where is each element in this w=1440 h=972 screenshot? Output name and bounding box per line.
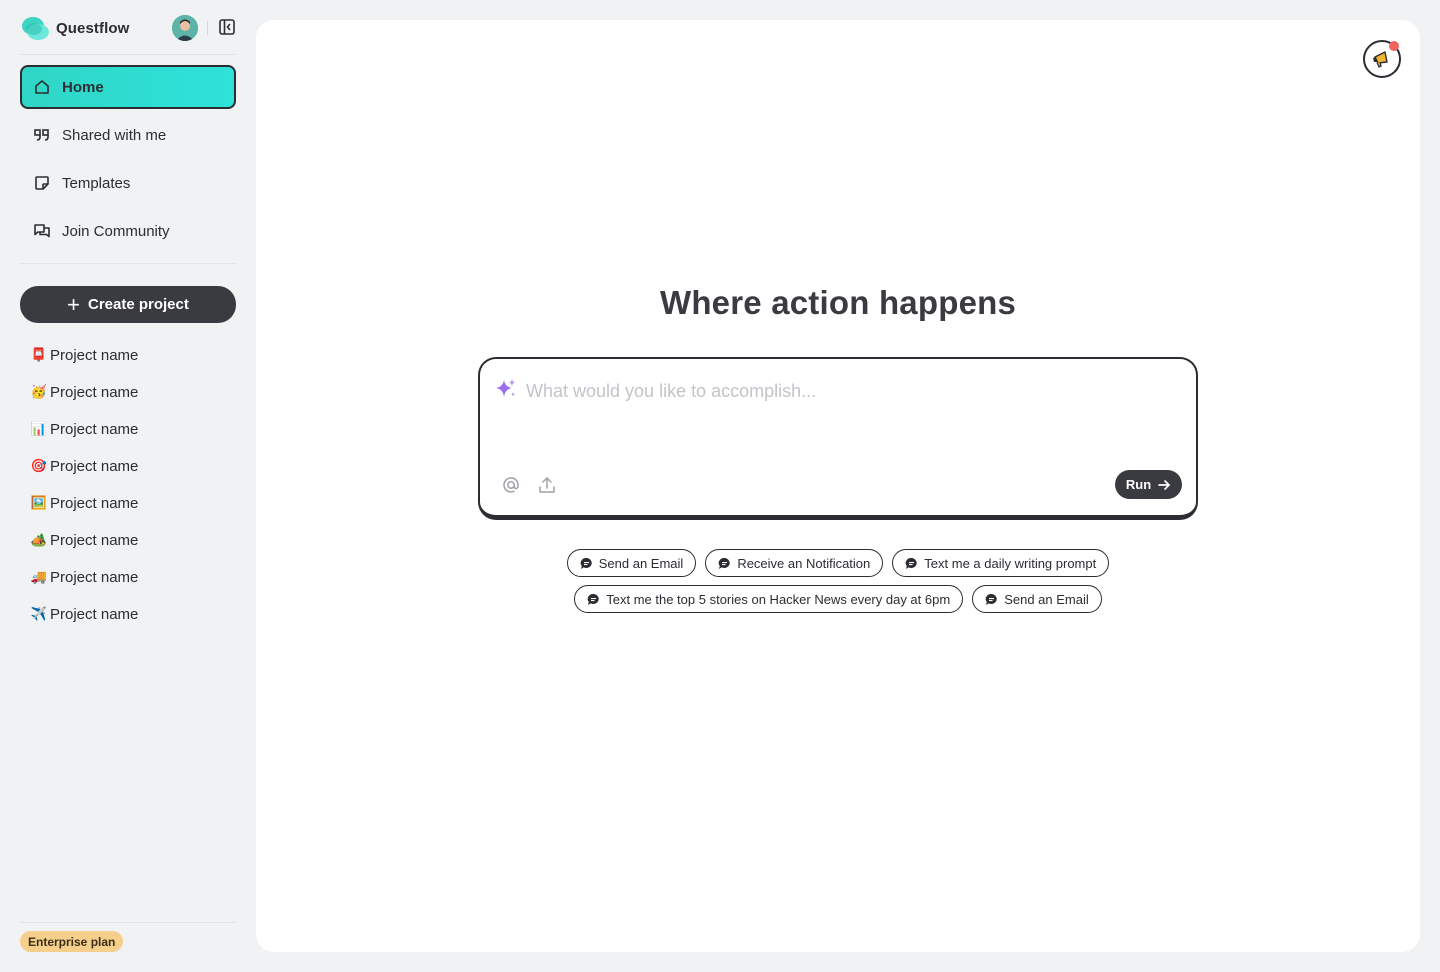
- chat-icon: [905, 557, 918, 570]
- collapse-sidebar-icon[interactable]: [218, 18, 236, 36]
- chip-label: Send an Email: [598, 555, 684, 571]
- divider: [20, 922, 236, 923]
- notifications-button[interactable]: [1363, 40, 1401, 78]
- nav-label: Join Community: [62, 222, 170, 240]
- nav-label: Templates: [62, 174, 131, 192]
- suggestion-row: Text me the top 5 stories on Hacker News…: [256, 585, 1420, 613]
- nav-shared-with-me[interactable]: Shared with me: [20, 113, 236, 157]
- divider: [20, 263, 236, 264]
- suggestion-row: Send an Email Receive an Notification Te…: [256, 549, 1420, 577]
- arrow-right-icon: [1157, 478, 1171, 492]
- main-panel: Where action happens Run: [256, 20, 1420, 952]
- suggestion-chip[interactable]: Text me the top 5 stories on Hacker News…: [574, 585, 964, 613]
- party-face-icon: 🥳: [30, 384, 48, 399]
- airplane-icon: ✈️: [30, 606, 48, 621]
- project-item[interactable]: 🚚 Project name: [30, 566, 230, 588]
- plus-icon: +: [67, 291, 80, 317]
- upload-icon[interactable]: [536, 474, 558, 496]
- project-item[interactable]: 🎯 Project name: [30, 455, 230, 477]
- project-item[interactable]: 🖼️ Project name: [30, 492, 230, 514]
- project-label: Project name: [50, 457, 139, 475]
- run-label: Run: [1125, 477, 1152, 492]
- avatar[interactable]: [172, 15, 198, 41]
- prompt-input[interactable]: [526, 377, 1166, 405]
- camping-icon: 🏕️: [30, 532, 48, 547]
- chip-label: Text me the top 5 stories on Hacker News…: [606, 591, 951, 607]
- nav-templates[interactable]: Templates: [20, 161, 236, 205]
- run-button[interactable]: Run: [1115, 470, 1182, 499]
- suggestion-chip[interactable]: Receive an Notification: [705, 549, 884, 577]
- project-item[interactable]: 🥳 Project name: [30, 381, 230, 403]
- chat-icon: [580, 557, 593, 570]
- chip-label: Receive an Notification: [737, 555, 871, 571]
- nav-label: Home: [62, 78, 104, 96]
- home-icon: [32, 77, 52, 97]
- sparkle-icon: [494, 377, 518, 401]
- project-item[interactable]: 🏕️ Project name: [30, 529, 230, 551]
- chat-icon: [587, 593, 600, 606]
- project-item[interactable]: ✈️ Project name: [30, 603, 230, 625]
- suggestion-chip[interactable]: Send an Email: [566, 549, 697, 577]
- project-item[interactable]: 📮 Project name: [30, 344, 230, 366]
- chip-label: Text me a daily writing prompt: [924, 555, 1097, 571]
- bar-chart-icon: 📊: [30, 421, 48, 436]
- project-label: Project name: [50, 383, 139, 401]
- plan-badge: Enterprise plan: [20, 931, 124, 952]
- brand-header: Questflow: [20, 14, 236, 42]
- prompt-box: Run: [478, 357, 1198, 520]
- project-item[interactable]: 📊 Project name: [30, 418, 230, 440]
- chat-icon: [985, 593, 998, 606]
- create-project-button[interactable]: + Create project: [20, 286, 236, 323]
- divider: [20, 54, 236, 55]
- sidebar: Questflow Home Shared with me Templates …: [0, 0, 256, 972]
- nav-home[interactable]: Home: [20, 65, 236, 109]
- project-label: Project name: [50, 494, 139, 512]
- header-divider: [207, 21, 208, 35]
- app-name: Questflow: [56, 19, 130, 37]
- notification-dot: [1389, 41, 1399, 51]
- chip-label: Send an Email: [1004, 591, 1089, 607]
- truck-icon: 🚚: [30, 569, 48, 584]
- page-title: Where action happens: [659, 284, 1017, 321]
- chat-bubbles-icon: [32, 221, 52, 241]
- megaphone-icon: [1373, 51, 1388, 68]
- questflow-logo: [20, 15, 50, 41]
- create-project-label: Create project: [87, 296, 189, 313]
- project-label: Project name: [50, 568, 139, 586]
- project-label: Project name: [50, 346, 139, 364]
- suggestion-chip[interactable]: Send an Email: [972, 585, 1102, 613]
- sticky-note-icon: [32, 173, 52, 193]
- nav-label: Shared with me: [62, 126, 167, 144]
- nav-join-community[interactable]: Join Community: [20, 209, 236, 253]
- target-icon: 🎯: [30, 458, 48, 473]
- project-label: Project name: [50, 605, 139, 623]
- project-label: Project name: [50, 531, 139, 549]
- framed-picture-icon: 🖼️: [30, 495, 48, 510]
- chat-icon: [718, 557, 731, 570]
- mailbox-icon: 📮: [30, 347, 48, 362]
- suggestion-chip[interactable]: Text me a daily writing prompt: [892, 549, 1110, 577]
- project-label: Project name: [50, 420, 139, 438]
- quote-icon: [32, 125, 52, 145]
- mention-icon[interactable]: [500, 474, 522, 496]
